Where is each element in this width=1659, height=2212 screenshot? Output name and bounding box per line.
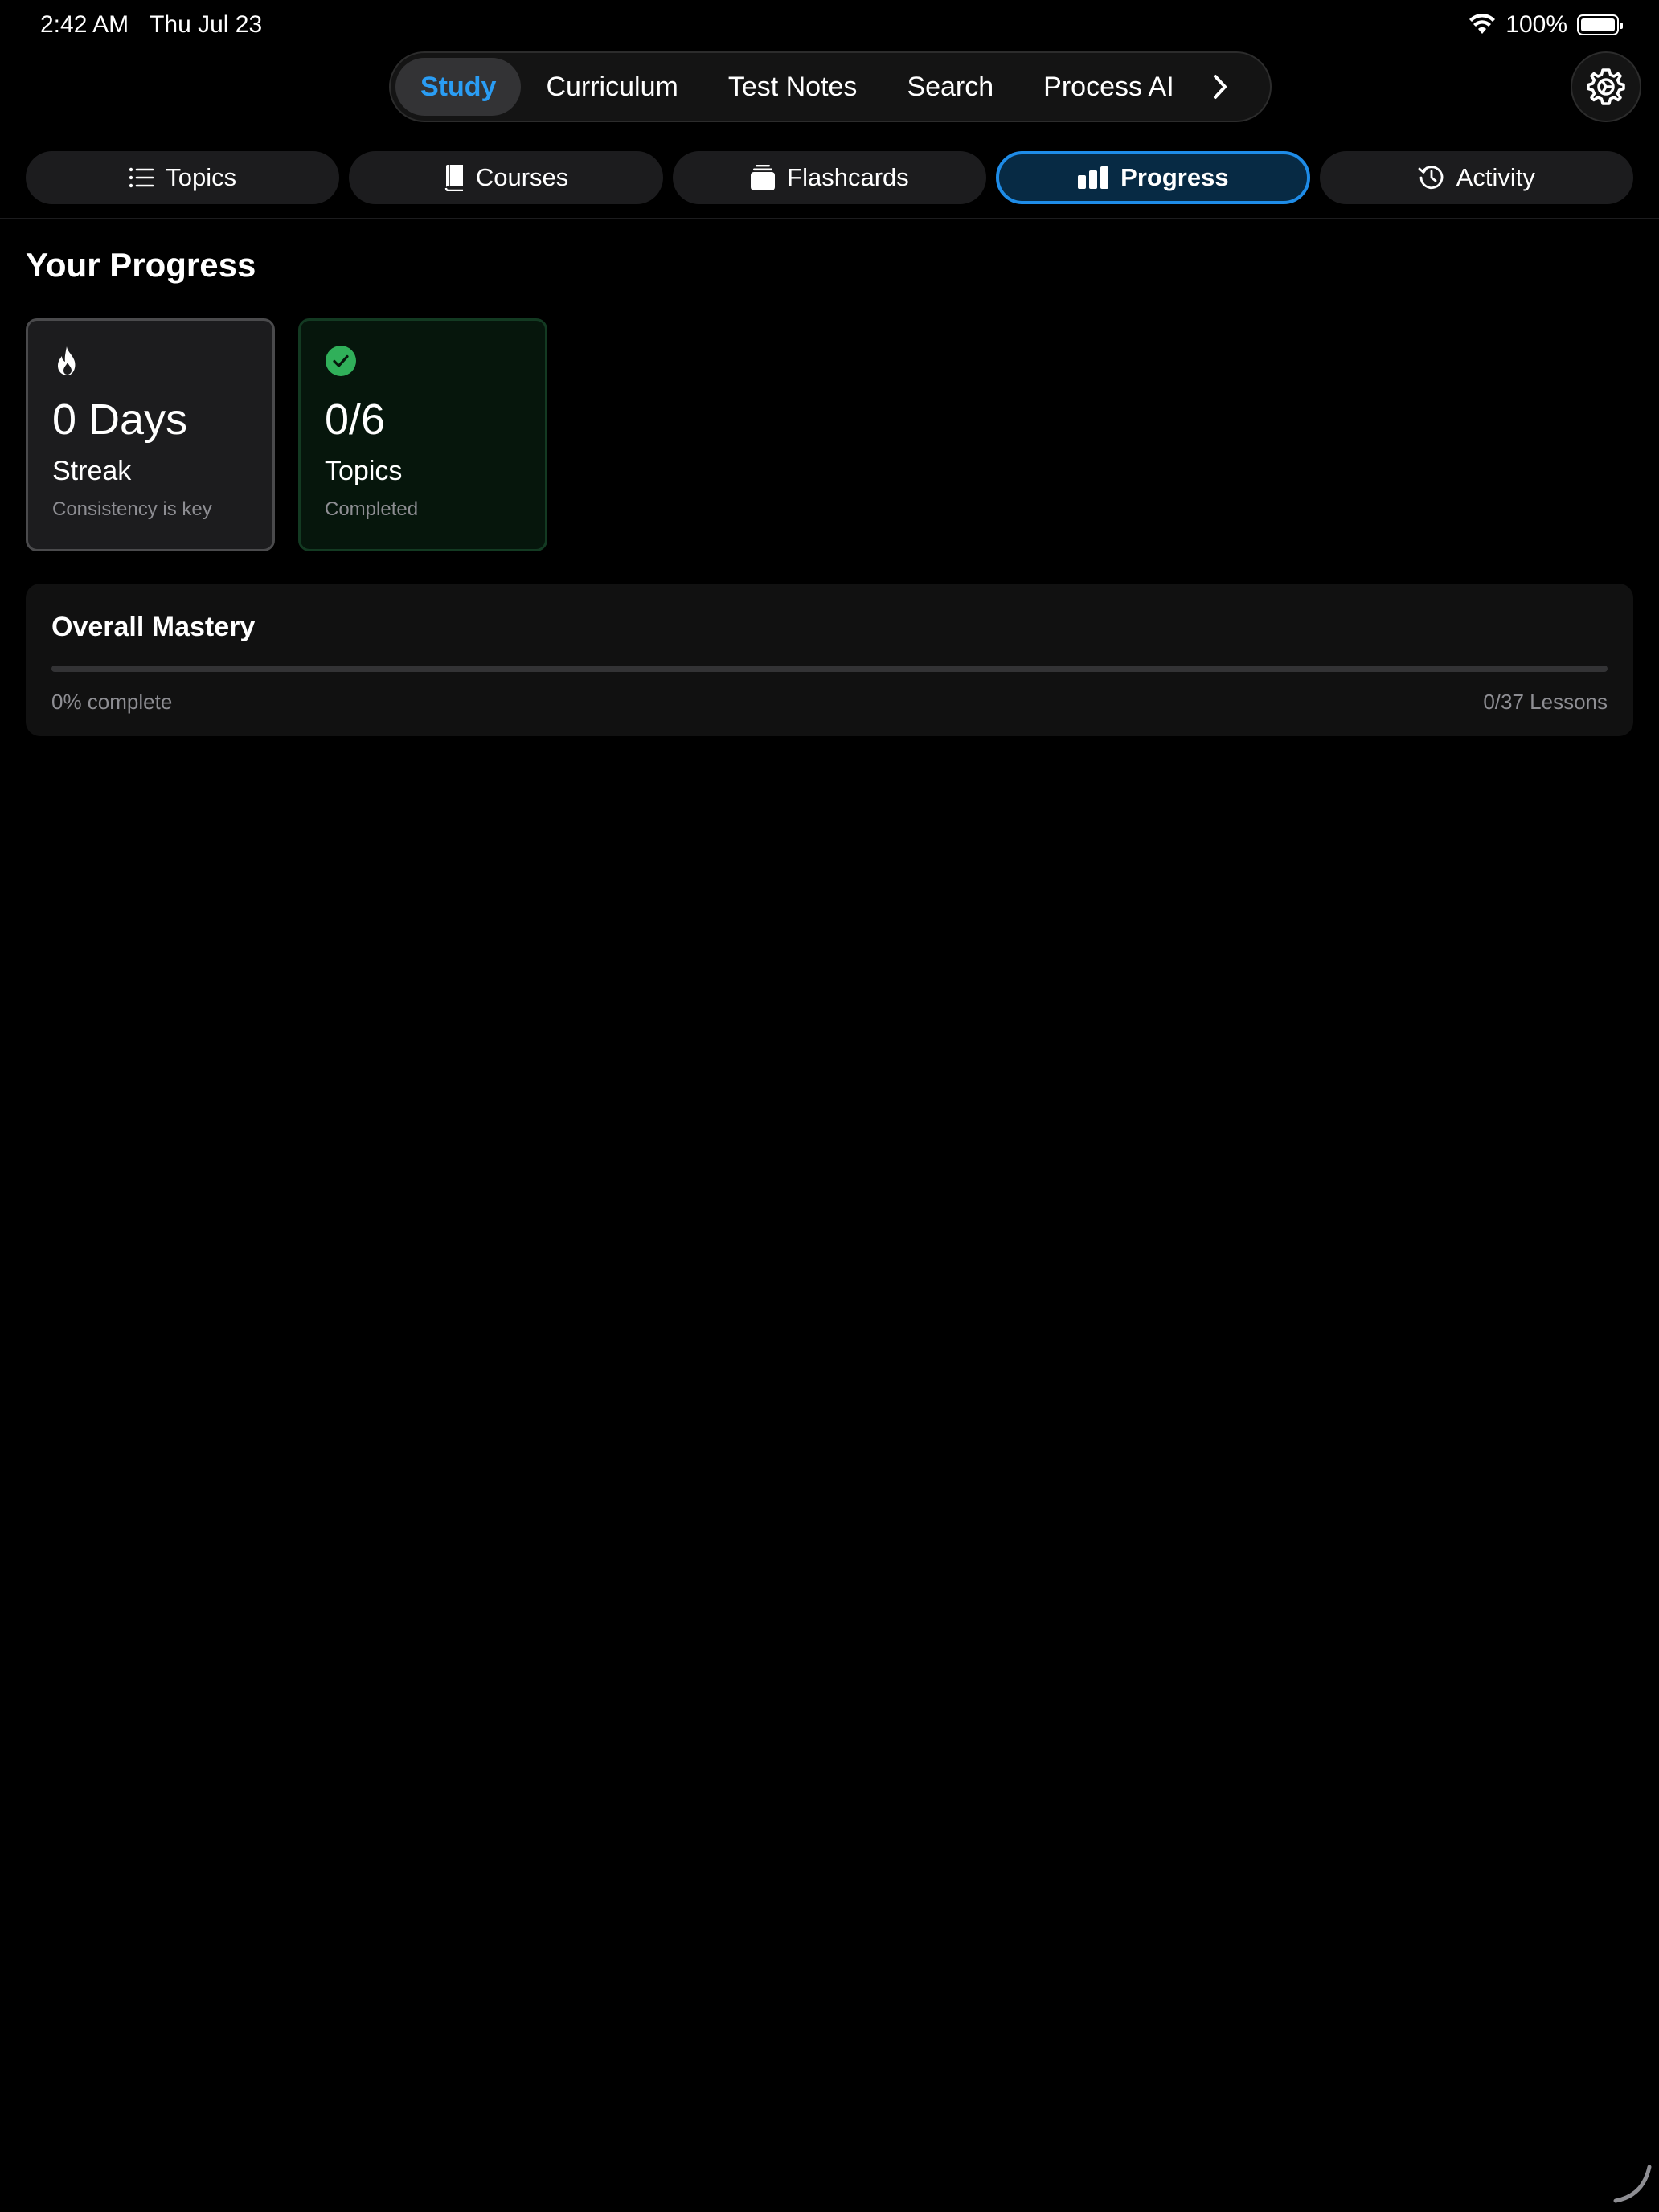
list-icon bbox=[129, 167, 154, 188]
topics-label: Topics bbox=[325, 456, 403, 486]
tab-flashcards-label: Flashcards bbox=[787, 163, 909, 191]
settings-button[interactable] bbox=[1571, 51, 1641, 122]
top-nav-curriculum[interactable]: Curriculum bbox=[521, 58, 703, 116]
status-bar-right: 100% bbox=[1469, 11, 1623, 39]
gear-icon bbox=[1587, 68, 1625, 105]
tab-topics[interactable]: Topics bbox=[26, 151, 340, 204]
mastery-percent-text: 0% complete bbox=[51, 690, 173, 714]
mastery-progress-bar bbox=[51, 666, 1608, 672]
mastery-footer: 0% complete 0/37 Lessons bbox=[51, 690, 1608, 715]
mastery-lessons-text: 0/37 Lessons bbox=[1483, 690, 1608, 714]
page-title: Your Progress bbox=[26, 246, 256, 284]
overall-mastery-panel: Overall Mastery 0% complete 0/37 Lessons bbox=[26, 584, 1633, 736]
history-icon bbox=[1418, 166, 1444, 190]
tab-progress[interactable]: Progress bbox=[996, 151, 1310, 204]
topics-value: 0/6 bbox=[325, 395, 386, 444]
top-nav-process-ai[interactable]: Process AI bbox=[1018, 58, 1199, 116]
bar-chart-icon bbox=[1078, 166, 1109, 189]
status-time: 2:42 AM bbox=[40, 11, 129, 38]
tab-progress-label: Progress bbox=[1120, 163, 1229, 191]
mastery-title: Overall Mastery bbox=[51, 612, 256, 642]
streak-label: Streak bbox=[52, 456, 132, 486]
sub-tabs: Topics Courses Flashcards Progress Activ… bbox=[26, 151, 1633, 204]
streak-subtitle: Consistency is key bbox=[52, 498, 212, 520]
tab-flashcards[interactable]: Flashcards bbox=[672, 151, 987, 204]
tab-activity-label: Activity bbox=[1456, 163, 1535, 191]
tab-topics-label: Topics bbox=[166, 163, 237, 191]
topics-card: 0/6 Topics Completed bbox=[298, 318, 547, 551]
topics-subtitle: Completed bbox=[325, 498, 419, 520]
top-nav-test-notes[interactable]: Test Notes bbox=[703, 58, 883, 116]
tab-courses[interactable]: Courses bbox=[349, 151, 663, 204]
battery-icon bbox=[1577, 14, 1623, 35]
battery-percent: 100% bbox=[1505, 11, 1567, 38]
tab-courses-label: Courses bbox=[475, 163, 569, 191]
streak-value: 0 Days bbox=[52, 395, 188, 444]
checkmark-circle-icon bbox=[326, 346, 356, 376]
tab-activity[interactable]: Activity bbox=[1319, 151, 1633, 204]
header-divider bbox=[0, 218, 1659, 219]
top-nav-study[interactable]: Study bbox=[395, 58, 522, 116]
status-date: Thu Jul 23 bbox=[150, 11, 263, 38]
status-bar-left: 2:42 AM Thu Jul 23 bbox=[40, 11, 262, 39]
cards-stack-icon bbox=[751, 165, 776, 190]
streak-card: 0 Days Streak Consistency is key bbox=[26, 318, 275, 551]
top-nav: Study Curriculum Test Notes Search Proce… bbox=[389, 51, 1272, 122]
book-icon bbox=[444, 165, 463, 191]
wifi-icon bbox=[1469, 14, 1496, 34]
top-nav-search[interactable]: Search bbox=[882, 58, 1018, 116]
chevron-right-icon[interactable] bbox=[1199, 58, 1241, 116]
app-screen: 2:42 AM Thu Jul 23 100% Study Curriculum… bbox=[0, 0, 1659, 2212]
resize-corner-icon[interactable] bbox=[1612, 2164, 1653, 2204]
flame-icon bbox=[58, 346, 76, 375]
